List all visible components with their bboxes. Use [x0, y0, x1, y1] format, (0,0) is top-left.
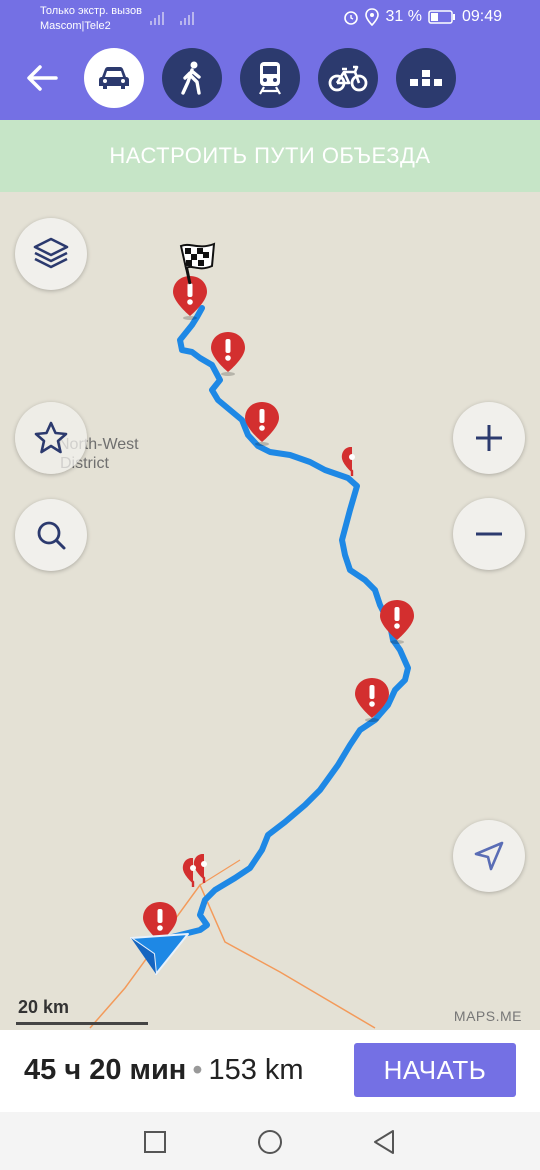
- my-position-arrow-icon: [130, 933, 189, 975]
- signal-icon: [150, 12, 164, 25]
- battery-text: 31 %: [385, 8, 422, 25]
- status-bar: Только экстр. вызов Mascom|Tele2 31 % 09…: [0, 0, 540, 36]
- bookmarks-button[interactable]: [15, 402, 87, 474]
- map-attribution: MAPS.ME: [453, 1008, 522, 1024]
- start-label: НАЧАТЬ: [383, 1054, 487, 1085]
- battery-icon: [428, 10, 455, 24]
- finish-flag-icon: [179, 242, 216, 285]
- search-icon: [37, 521, 66, 550]
- mode-pedestrian-button[interactable]: [162, 48, 222, 108]
- system-nav-bar: [0, 1112, 540, 1170]
- avoid-routes-button[interactable]: НАСТРОИТЬ ПУТИ ОБЪЕЗДА: [0, 120, 540, 192]
- plus-icon: [476, 425, 502, 451]
- minus-icon: [476, 532, 502, 536]
- avoid-routes-label: НАСТРОИТЬ ПУТИ ОБЪЕЗДА: [109, 143, 431, 168]
- location-icon: [365, 8, 380, 26]
- recent-apps-icon[interactable]: [143, 1130, 167, 1154]
- clock: 09:49: [461, 8, 502, 25]
- map-view[interactable]: North-West District 20 km MAPS.ME: [0, 192, 540, 1030]
- bicycle-icon: [328, 65, 368, 92]
- start-button[interactable]: НАЧАТЬ: [354, 1043, 516, 1097]
- separator: •: [192, 1054, 203, 1086]
- star-icon: [34, 421, 68, 454]
- warning-pin-icon[interactable]: [208, 330, 248, 378]
- route-summary: 45 ч 20 мин • 153 km: [24, 1054, 304, 1087]
- warning-pin-icon[interactable]: [377, 598, 417, 646]
- route-toolbar: [0, 36, 540, 120]
- route-line: [157, 305, 411, 943]
- zoom-out-button[interactable]: [453, 498, 525, 570]
- mode-car-button[interactable]: [84, 48, 144, 108]
- home-icon[interactable]: [257, 1129, 283, 1155]
- car-icon: [99, 67, 129, 89]
- route-distance: 153 km: [208, 1054, 304, 1086]
- my-location-button[interactable]: [453, 820, 525, 892]
- back-arrow-icon[interactable]: [22, 60, 62, 96]
- back-icon[interactable]: [372, 1129, 396, 1155]
- layers-icon: [33, 237, 69, 269]
- search-button[interactable]: [15, 499, 87, 571]
- pedestrian-icon: [181, 61, 201, 95]
- scale-bar: [16, 1022, 148, 1025]
- signal-icon-2: [180, 12, 194, 25]
- route-time: 45 ч 20 мин: [24, 1054, 187, 1086]
- poi-pin-icon[interactable]: [182, 858, 204, 888]
- route-summary-panel: 45 ч 20 мин • 153 km НАЧАТЬ: [0, 1030, 540, 1112]
- alarm-icon: [344, 11, 359, 25]
- scale-label: 20 km: [18, 997, 70, 1017]
- mode-bicycle-button[interactable]: [318, 48, 378, 108]
- train-icon: [259, 62, 281, 95]
- taxi-icon: [410, 70, 442, 86]
- warning-pin-icon[interactable]: [242, 400, 282, 448]
- carrier-line2: Mascom|Tele2: [40, 20, 111, 32]
- navigation-arrow-icon: [474, 841, 504, 871]
- warning-pin-icon[interactable]: [352, 676, 392, 724]
- route-map: [89, 305, 411, 1029]
- poi-pin-icon[interactable]: [341, 447, 363, 477]
- zoom-in-button[interactable]: [453, 402, 525, 474]
- carrier-line1: Только экстр. вызов: [40, 5, 142, 17]
- layers-button[interactable]: [15, 218, 87, 290]
- mode-transit-button[interactable]: [240, 48, 300, 108]
- mode-taxi-button[interactable]: [396, 48, 456, 108]
